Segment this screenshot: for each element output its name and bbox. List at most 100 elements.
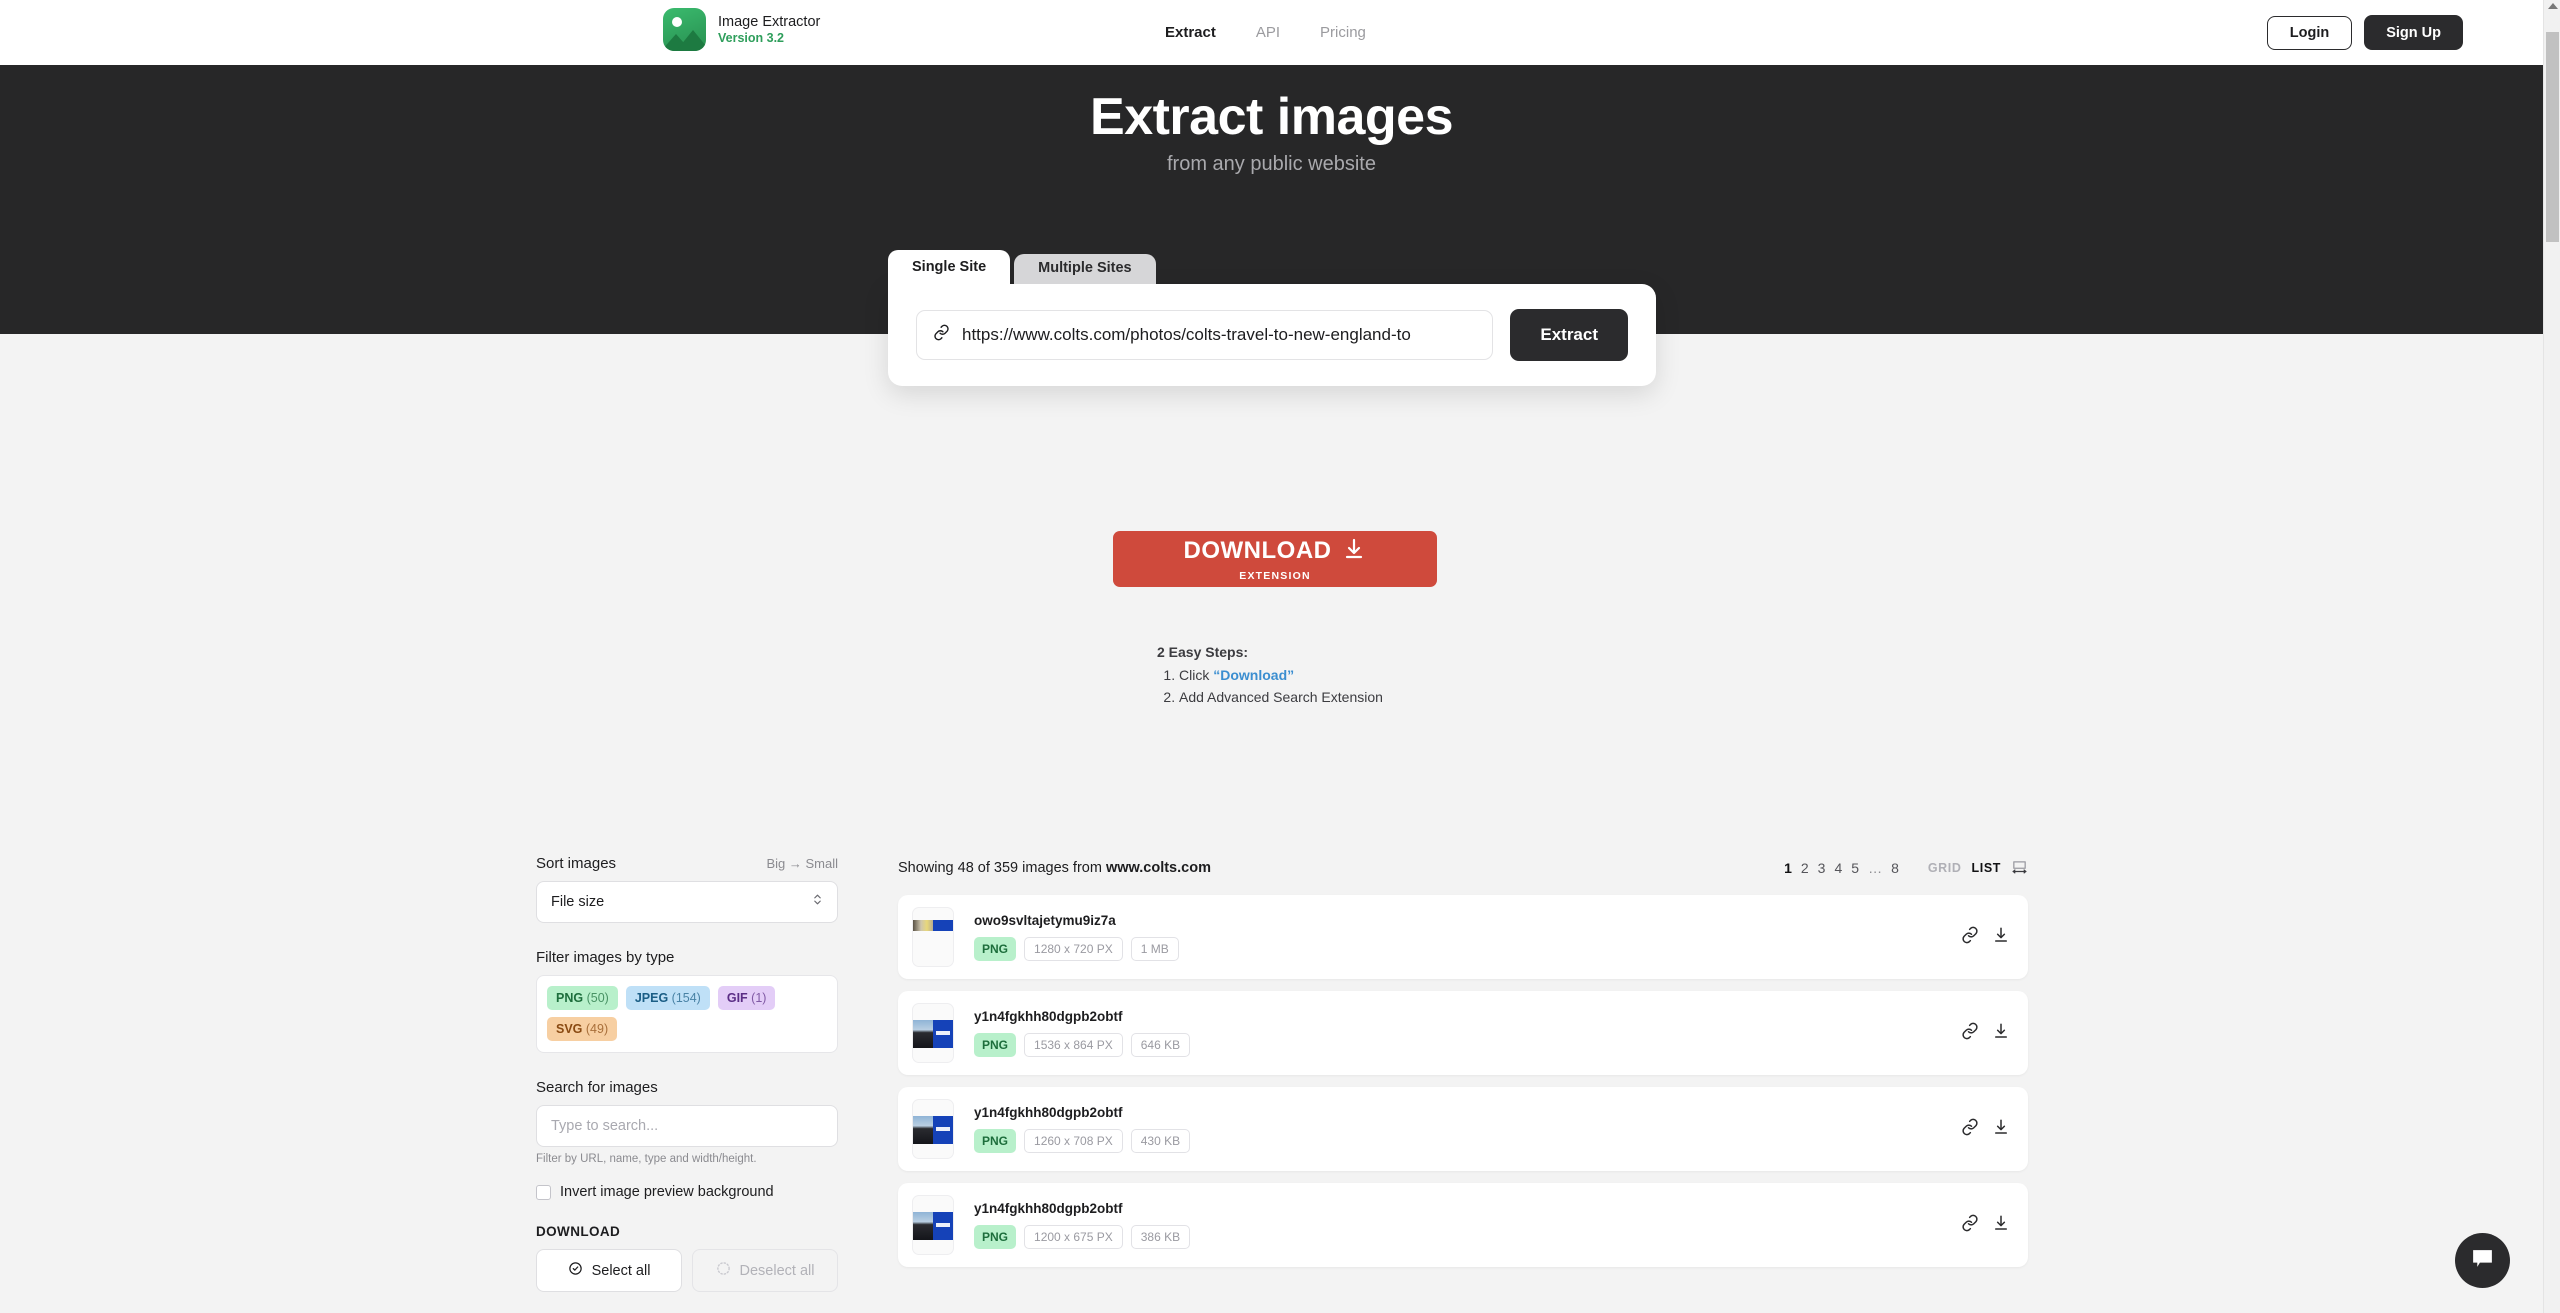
search-images-label: Search for images xyxy=(536,1079,838,1096)
download-section-heading: DOWNLOAD xyxy=(536,1224,838,1239)
page-2[interactable]: 2 xyxy=(1801,860,1809,876)
download-image-icon[interactable] xyxy=(1992,1214,2010,1237)
image-filesize-badge: 430 KB xyxy=(1131,1129,1190,1153)
image-extractor-logo-icon xyxy=(663,8,706,51)
app-page: Image Extractor Version 3.2 Extract API … xyxy=(0,0,2560,1313)
page-scrollbar[interactable] xyxy=(2543,0,2560,1313)
download-icon xyxy=(1342,537,1366,566)
image-name: y1n4fgkhh80dgpb2obtf xyxy=(974,1009,1961,1024)
download-extension-sublabel: EXTENSION xyxy=(1239,570,1310,582)
copy-link-icon[interactable] xyxy=(1961,1022,1979,1045)
table-row[interactable]: y1n4fgkhh80dgpb2obtf PNG 1200 x 675 PX 3… xyxy=(898,1183,2028,1267)
download-extension-button[interactable]: DOWNLOAD EXTENSION xyxy=(1113,531,1437,587)
nav-link-extract[interactable]: Extract xyxy=(1165,24,1216,41)
image-thumbnail xyxy=(912,907,954,967)
results-list: owo9svltajetymu9iz7a PNG 1280 x 720 PX 1… xyxy=(898,895,2028,1267)
extract-mode-tabs: Single Site Multiple Sites xyxy=(888,248,1656,284)
table-row[interactable]: y1n4fgkhh80dgpb2obtf PNG 1536 x 864 PX 6… xyxy=(898,991,2028,1075)
type-chip-png[interactable]: PNG (50) xyxy=(547,986,618,1010)
step1-download-link[interactable]: “Download” xyxy=(1213,667,1294,683)
copy-link-icon[interactable] xyxy=(1961,1118,1979,1141)
link-icon xyxy=(933,324,950,346)
row-actions xyxy=(1961,1022,2010,1045)
table-row[interactable]: y1n4fgkhh80dgpb2obtf PNG 1260 x 708 PX 4… xyxy=(898,1087,2028,1171)
url-field-wrapper[interactable] xyxy=(916,310,1493,360)
image-filesize-badge: 646 KB xyxy=(1131,1033,1190,1057)
type-chip-jpeg[interactable]: JPEG (154) xyxy=(626,986,710,1010)
tab-single-site[interactable]: Single Site xyxy=(888,250,1010,284)
type-chip-svg[interactable]: SVG (49) xyxy=(547,1017,617,1041)
chat-widget-button[interactable] xyxy=(2455,1233,2510,1288)
download-image-icon[interactable] xyxy=(1992,1118,2010,1141)
copy-link-icon[interactable] xyxy=(1961,1214,1979,1237)
top-navigation-bar: Image Extractor Version 3.2 Extract API … xyxy=(0,0,2543,65)
type-chip-svg-name: SVG xyxy=(556,1022,582,1036)
type-chip-jpeg-name: JPEG xyxy=(635,991,668,1005)
invert-preview-toggle[interactable]: Invert image preview background xyxy=(536,1184,838,1200)
results-panel: Showing 48 of 359 images from www.colts.… xyxy=(898,855,2028,1267)
view-grid-button[interactable]: GRID xyxy=(1928,861,1962,875)
download-image-icon[interactable] xyxy=(1992,1022,2010,1045)
filters-sidebar: Sort images Big → Small File size Filter… xyxy=(536,855,838,1292)
extract-panel: Single Site Multiple Sites Extract xyxy=(888,248,1656,386)
deselect-all-button[interactable]: Deselect all xyxy=(692,1249,838,1292)
image-dimensions-badge: 1280 x 720 PX xyxy=(1024,937,1123,961)
results-source-domain: www.colts.com xyxy=(1106,860,1211,876)
image-name: y1n4fgkhh80dgpb2obtf xyxy=(974,1105,1961,1120)
sort-select[interactable]: File size xyxy=(536,881,838,923)
url-input[interactable] xyxy=(962,325,1476,345)
type-chip-gif-name: GIF xyxy=(727,991,748,1005)
image-filesize-badge: 1 MB xyxy=(1131,937,1179,961)
row-actions xyxy=(1961,1214,2010,1237)
page-3[interactable]: 3 xyxy=(1818,860,1826,876)
page-title: Extract images xyxy=(0,87,2543,147)
check-circle-icon xyxy=(568,1261,583,1280)
row-actions xyxy=(1961,926,2010,949)
nav-auth-actions: Login Sign Up xyxy=(2267,0,2463,65)
tab-multiple-sites[interactable]: Multiple Sites xyxy=(1014,254,1155,284)
search-input[interactable] xyxy=(536,1105,838,1147)
login-button[interactable]: Login xyxy=(2267,16,2352,50)
table-row[interactable]: owo9svltajetymu9iz7a PNG 1280 x 720 PX 1… xyxy=(898,895,2028,979)
results-header: Showing 48 of 359 images from www.colts.… xyxy=(898,855,2028,881)
pagination: 1 2 3 4 5 … 8 xyxy=(1784,860,1899,876)
type-chip-png-count: (50) xyxy=(587,991,609,1005)
scroll-up-arrow-icon[interactable] xyxy=(2548,3,2558,9)
brand-title: Image Extractor xyxy=(718,13,820,31)
type-chip-png-name: PNG xyxy=(556,991,583,1005)
page-ellipsis: … xyxy=(1868,860,1882,876)
image-type-badge: PNG xyxy=(974,1129,1016,1153)
nav-link-pricing[interactable]: Pricing xyxy=(1320,24,1366,41)
select-all-button[interactable]: Select all xyxy=(536,1249,682,1292)
image-name: owo9svltajetymu9iz7a xyxy=(974,913,1961,928)
invert-checkbox[interactable] xyxy=(536,1185,551,1200)
select-all-label: Select all xyxy=(592,1263,651,1279)
view-list-button[interactable]: LIST xyxy=(1972,861,2001,875)
nav-link-api[interactable]: API xyxy=(1256,24,1280,41)
image-type-badge: PNG xyxy=(974,937,1016,961)
sort-images-label: Sort images xyxy=(536,855,616,872)
image-type-badge: PNG xyxy=(974,1033,1016,1057)
download-image-icon[interactable] xyxy=(1992,926,2010,949)
page-5[interactable]: 5 xyxy=(1851,860,1859,876)
brand-logo-group[interactable]: Image Extractor Version 3.2 xyxy=(663,8,820,51)
image-thumbnail xyxy=(912,1195,954,1255)
image-type-badge: PNG xyxy=(974,1225,1016,1249)
copy-link-icon[interactable] xyxy=(1961,926,1979,949)
image-dimensions-badge: 1536 x 864 PX xyxy=(1024,1033,1123,1057)
page-1[interactable]: 1 xyxy=(1784,860,1792,876)
extract-button[interactable]: Extract xyxy=(1510,309,1628,361)
sort-direction-hint[interactable]: Big → Small xyxy=(766,856,838,871)
page-8[interactable]: 8 xyxy=(1891,860,1899,876)
row-actions xyxy=(1961,1118,2010,1141)
type-chip-gif[interactable]: GIF (1) xyxy=(718,986,776,1010)
type-chip-svg-count: (49) xyxy=(586,1022,608,1036)
primary-nav-links: Extract API Pricing xyxy=(1165,0,1366,65)
resize-width-icon[interactable] xyxy=(2011,858,2028,878)
image-thumbnail xyxy=(912,1099,954,1159)
scrollbar-thumb[interactable] xyxy=(2546,32,2559,242)
page-4[interactable]: 4 xyxy=(1834,860,1842,876)
image-dimensions-badge: 1200 x 675 PX xyxy=(1024,1225,1123,1249)
type-chip-gif-count: (1) xyxy=(751,991,766,1005)
signup-button[interactable]: Sign Up xyxy=(2364,15,2463,50)
